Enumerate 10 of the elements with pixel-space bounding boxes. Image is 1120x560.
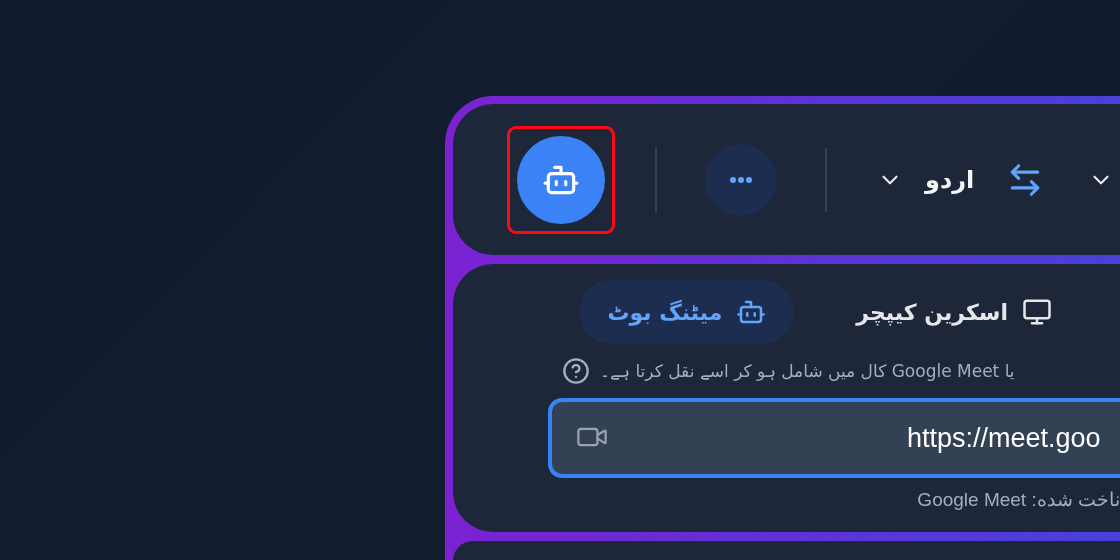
help-icon[interactable] [562, 357, 590, 385]
mode-tab[interactable]: میٹنگ بوٹ [579, 280, 795, 344]
video-camera-icon [577, 426, 607, 448]
detected-platform-text: ناخت شده: Google Meet [917, 488, 1120, 511]
mode-tab[interactable]: اسکرین کیپچر [828, 280, 1080, 344]
language-label[interactable]: اردو [925, 165, 975, 194]
monitor-icon [1022, 297, 1052, 327]
description-text: یا Google Meet کال میں شامل ہو کر اسے نقل کرتا ہے۔ [600, 361, 1015, 381]
url-field[interactable]: https://meet.goo [548, 398, 1120, 478]
more-icon [730, 176, 752, 183]
